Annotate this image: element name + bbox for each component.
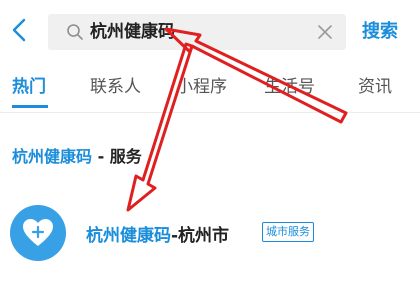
close-icon[interactable] (316, 23, 334, 41)
search-input[interactable]: 杭州健康码 (90, 14, 175, 50)
section-keyword: 杭州健康码 (12, 147, 93, 166)
app-icon (10, 205, 66, 261)
section-title: 杭州健康码 - 服务 (12, 143, 142, 167)
search-button[interactable]: 搜索 (362, 14, 398, 50)
tab-contacts[interactable]: 联系人 (90, 72, 141, 97)
section-suffix: - 服务 (92, 147, 142, 166)
search-icon (67, 24, 83, 40)
back-button[interactable] (8, 16, 30, 44)
tab-news[interactable]: 资讯 (358, 72, 392, 97)
result-keyword: 杭州健康码 (86, 226, 171, 246)
tab-hot[interactable]: 热门 (12, 72, 46, 97)
city-service-badge: 城市服务 (262, 222, 314, 242)
active-tab-indicator (12, 105, 48, 108)
tab-divider (0, 112, 420, 113)
heart-plus-icon (23, 219, 53, 246)
tab-bar: 热门 联系人 小程序 生活号 资讯 (0, 72, 420, 102)
annotation-arrow-to-result (126, 42, 194, 212)
result-item-health-code[interactable]: 杭州健康码-杭州市 城市服务 (10, 205, 410, 261)
tab-mini-programs[interactable]: 小程序 (176, 72, 227, 97)
result-suffix: -杭州市 (171, 226, 230, 246)
tab-life-accounts[interactable]: 生活号 (264, 72, 315, 97)
result-title: 杭州健康码-杭州市 (86, 221, 229, 246)
search-results-screen: 杭州健康码 搜索 热门 联系人 小程序 生活号 资讯 杭州健康码 - 服务 杭州… (0, 0, 420, 290)
chevron-left-icon (12, 18, 26, 42)
search-box[interactable]: 杭州健康码 (48, 14, 346, 50)
